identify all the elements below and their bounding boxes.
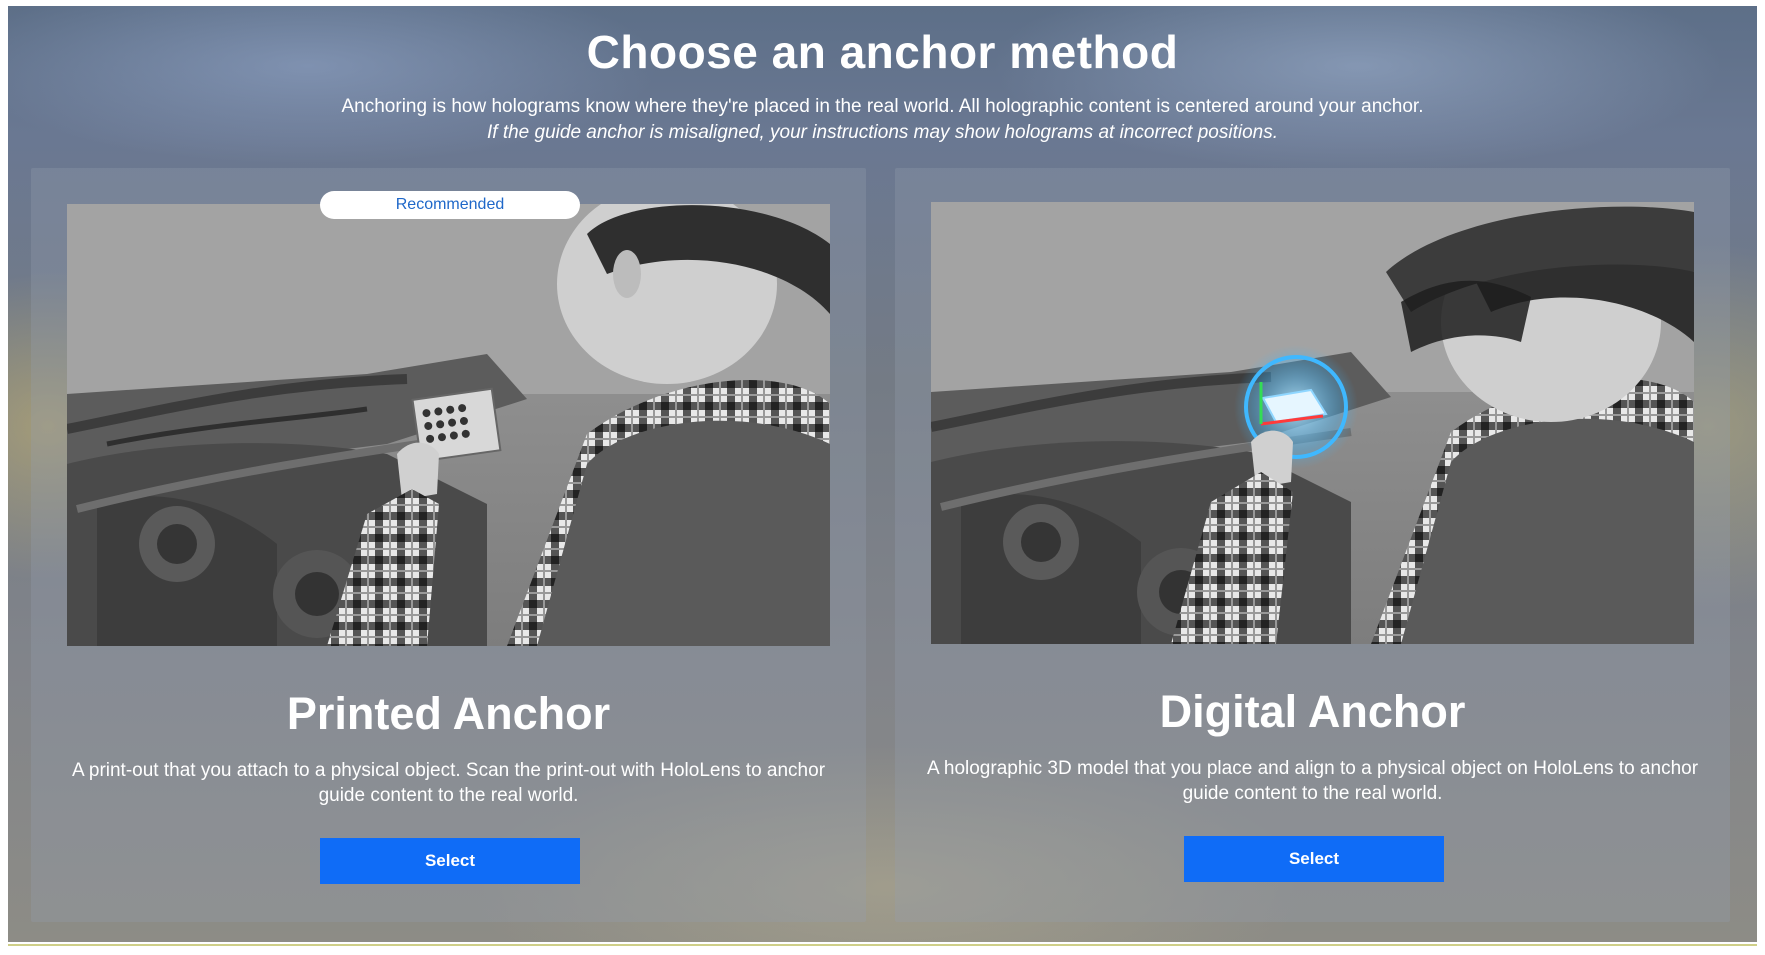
page-subtitle: Anchoring is how holograms know where th… (341, 96, 1424, 117)
digital-anchor-select-button[interactable]: Select (1184, 836, 1444, 882)
digital-anchor-card: Digital Anchor A holographic 3D model th… (895, 168, 1730, 922)
digital-anchor-illustration (931, 202, 1694, 644)
page-warning: If the guide anchor is misaligned, your … (487, 122, 1278, 143)
printed-anchor-description: A print-out that you attach to a physica… (71, 760, 826, 806)
printed-anchor-image (67, 204, 830, 646)
page-title: Choose an anchor method (586, 26, 1179, 78)
printed-anchor-card: Recommended Printed Anchor A print-out t… (31, 168, 866, 922)
digital-anchor-description: A holographic 3D model that you place an… (926, 758, 1699, 804)
digital-anchor-image (931, 202, 1694, 644)
recommended-badge: Recommended (320, 191, 580, 219)
bottom-divider (8, 944, 1757, 946)
printed-anchor-select-button[interactable]: Select (320, 838, 580, 884)
printed-anchor-illustration (67, 204, 830, 646)
digital-anchor-title: Digital Anchor (1159, 686, 1466, 737)
printed-anchor-title: Printed Anchor (286, 688, 611, 739)
